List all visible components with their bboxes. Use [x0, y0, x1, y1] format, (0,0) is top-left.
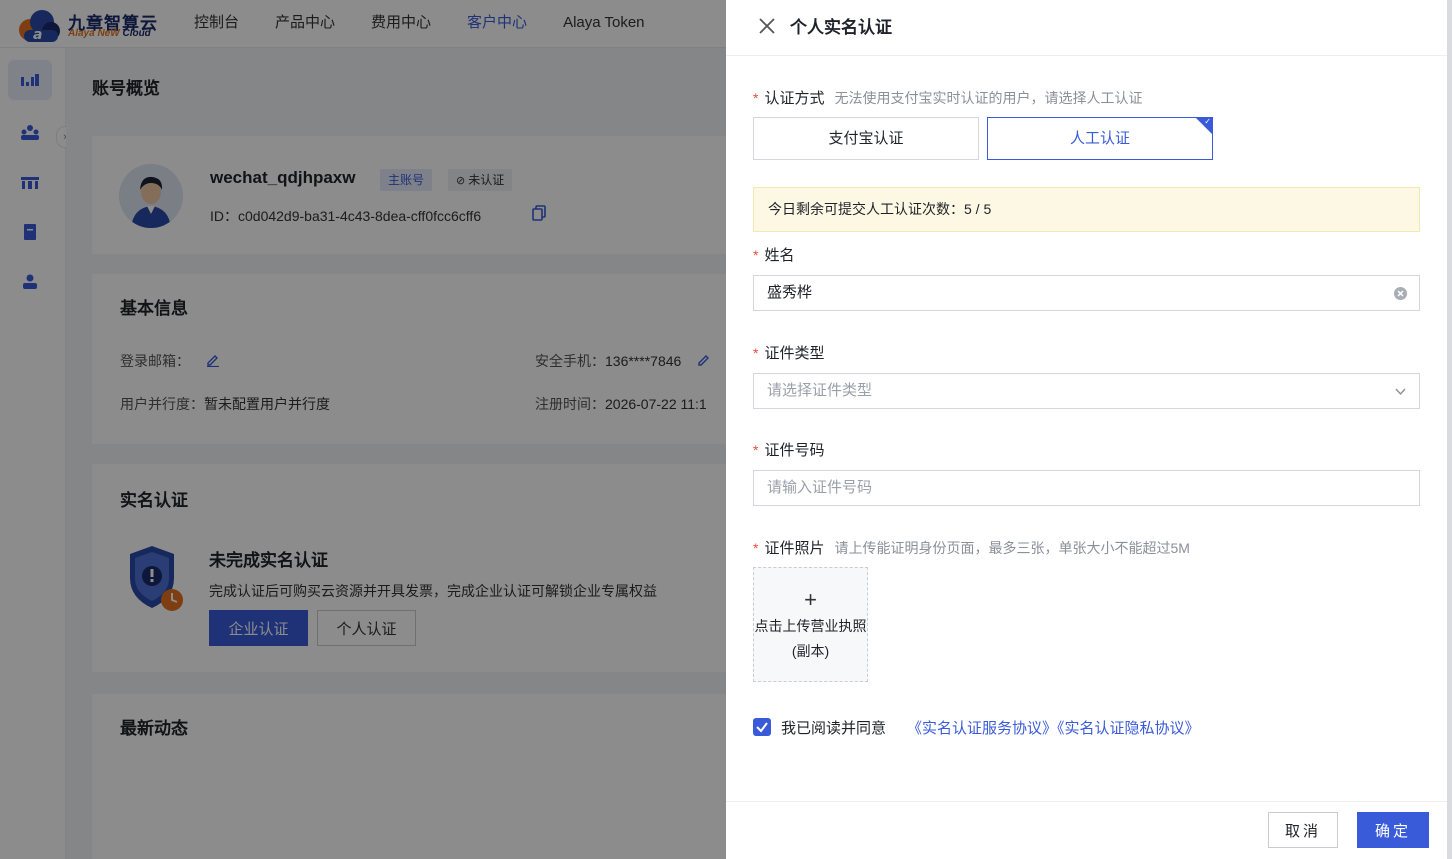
chevron-down-icon — [1395, 388, 1406, 396]
cancel-button[interactable]: 取消 — [1268, 812, 1338, 848]
required-mark: * — [753, 540, 759, 556]
required-mark: * — [753, 442, 759, 458]
drawer-header: 个人实名认证 — [726, 0, 1447, 56]
drawer-footer: 取消 确定 — [726, 801, 1447, 859]
name-input[interactable]: 盛秀桦 — [753, 275, 1420, 311]
upload-text: 点击上传营业执照(副本) — [754, 618, 867, 659]
confirm-button[interactable]: 确定 — [1357, 812, 1429, 848]
agreement-label: 我已阅读并同意 — [781, 720, 887, 737]
id-number-input[interactable]: 请输入证件号码 — [753, 470, 1420, 506]
close-icon[interactable] — [756, 15, 778, 37]
check-icon: ✓ — [1204, 117, 1211, 126]
method-label: * 认证方式 无法使用支付宝实时认证的用户，请选择人工认证 — [753, 90, 1143, 107]
clear-icon[interactable] — [1394, 287, 1407, 300]
required-mark: * — [753, 345, 759, 361]
manual-verify-option[interactable]: 人工认证 ✓ — [987, 117, 1213, 160]
id-photo-label: * 证件照片 请上传能证明身份页面，最多三张，单张大小不能超过5M — [753, 540, 1190, 557]
agreement-links[interactable]: 《实名认证服务协议》《实名认证隐私协议》 — [907, 717, 1200, 738]
name-value: 盛秀桦 — [767, 284, 813, 301]
agreement-checkbox[interactable] — [753, 718, 771, 736]
id-type-label: * 证件类型 — [753, 345, 825, 362]
id-type-select[interactable]: 请选择证件类型 — [753, 373, 1420, 409]
drawer-title: 个人实名认证 — [790, 18, 892, 37]
check-icon — [756, 722, 768, 733]
id-number-label: * 证件号码 — [753, 442, 825, 459]
remaining-attempts-notice: 今日剩余可提交人工认证次数：5 / 5 — [753, 187, 1420, 232]
plus-icon: + — [804, 587, 817, 612]
id-photo-hint: 请上传能证明身份页面，最多三张，单张大小不能超过5M — [834, 540, 1190, 556]
method-hint: 无法使用支付宝实时认证的用户，请选择人工认证 — [834, 90, 1143, 106]
scrollbar-track[interactable] — [1447, 0, 1452, 859]
alipay-verify-option[interactable]: 支付宝认证 — [753, 117, 979, 160]
id-number-placeholder: 请输入证件号码 — [767, 479, 873, 496]
modal-overlay[interactable] — [0, 0, 726, 859]
personal-verify-drawer: 个人实名认证 * 认证方式 无法使用支付宝实时认证的用户，请选择人工认证 支付宝认证… — [726, 0, 1447, 859]
name-label: * 姓名 — [753, 247, 795, 264]
required-mark: * — [753, 247, 759, 263]
id-type-placeholder: 请选择证件类型 — [767, 382, 873, 399]
manual-verify-label: 人工认证 — [1069, 130, 1130, 147]
required-mark: * — [753, 90, 759, 106]
upload-area[interactable]: + 点击上传营业执照(副本) — [753, 567, 868, 682]
